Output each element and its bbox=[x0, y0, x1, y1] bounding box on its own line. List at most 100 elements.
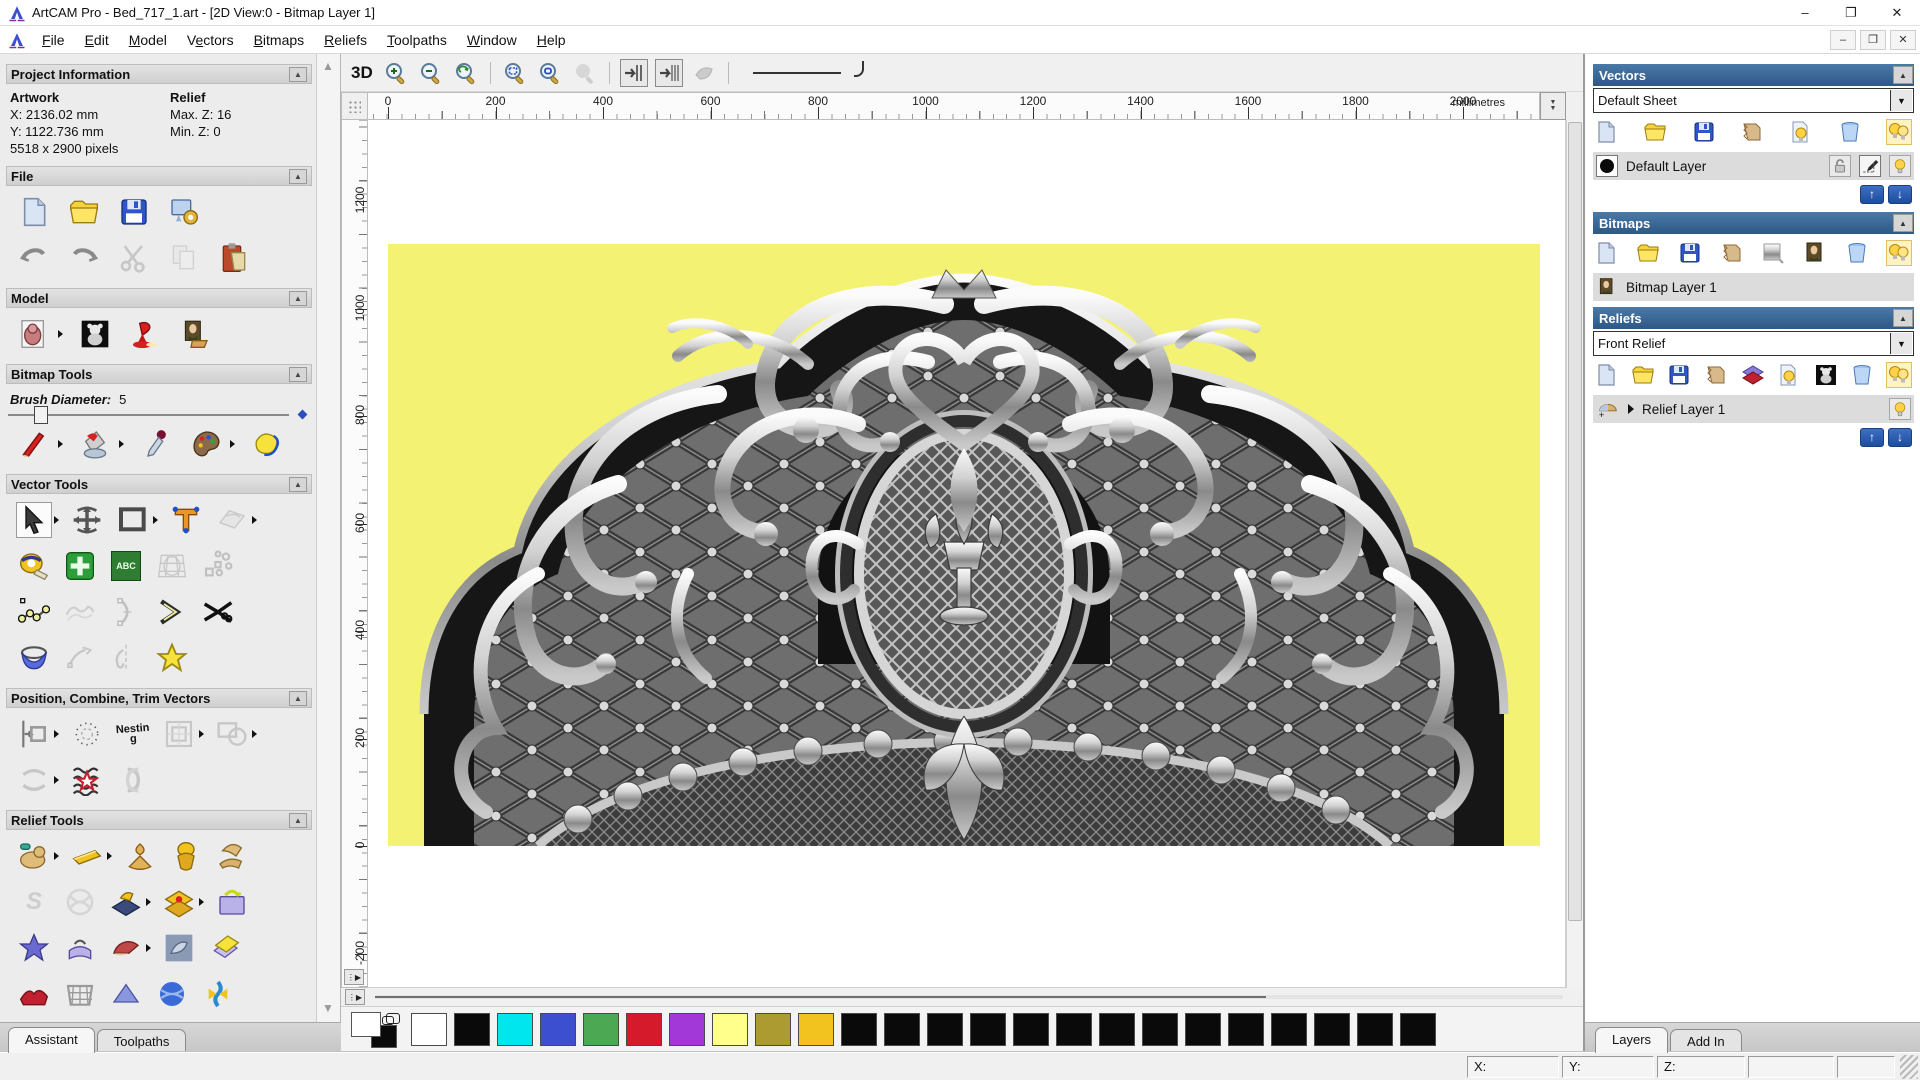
close-button[interactable]: ✕ bbox=[1874, 0, 1920, 26]
collapse-arrow-icon[interactable]: ▲ bbox=[289, 476, 307, 492]
cut-icon[interactable] bbox=[116, 240, 152, 276]
lock-layer-icon[interactable] bbox=[1829, 155, 1851, 177]
copy-icon[interactable] bbox=[166, 240, 202, 276]
flyout-arrow-icon[interactable] bbox=[119, 440, 124, 448]
create-arc-icon[interactable] bbox=[108, 594, 144, 630]
block-copy-rotate-icon[interactable] bbox=[161, 716, 197, 752]
vector-layer-name[interactable]: Default Layer bbox=[1626, 159, 1821, 174]
save-vector-layer-icon[interactable] bbox=[1691, 119, 1717, 145]
wrap-relief-icon[interactable] bbox=[62, 930, 98, 966]
collapse-arrow-icon[interactable]: ▲ bbox=[289, 66, 307, 82]
palette-colour-swatch[interactable] bbox=[841, 1013, 877, 1046]
vector-texture-icon[interactable] bbox=[69, 762, 105, 798]
canvas-horizontal-scrollbar[interactable]: ⋮▶ bbox=[341, 988, 1583, 1006]
open-model-icon[interactable] bbox=[66, 194, 102, 230]
flyout-arrow-icon[interactable] bbox=[54, 776, 59, 784]
redo-icon[interactable] bbox=[66, 240, 102, 276]
vectors-panel-header[interactable]: Vectors ▲ bbox=[1593, 64, 1914, 86]
reliefs-panel-header[interactable]: Reliefs ▲ bbox=[1593, 307, 1914, 329]
all-layers-visible-icon[interactable] bbox=[1885, 240, 1912, 266]
relief-envelope-icon[interactable] bbox=[122, 838, 158, 874]
palette-colour-swatch[interactable] bbox=[1228, 1013, 1264, 1046]
palette-colour-swatch[interactable] bbox=[497, 1013, 533, 1046]
all-reliefs-visible-icon[interactable] bbox=[1886, 362, 1912, 388]
palette-colour-swatch[interactable] bbox=[884, 1013, 920, 1046]
move-layer-down-icon[interactable]: ↓ bbox=[1888, 428, 1912, 447]
menu-model[interactable]: Model bbox=[119, 29, 177, 51]
menu-file[interactable]: File bbox=[32, 29, 75, 51]
paste-relief-icon[interactable] bbox=[207, 930, 243, 966]
transform-vectors-icon[interactable] bbox=[69, 502, 105, 538]
basket-weave-icon[interactable] bbox=[62, 976, 98, 1012]
layer-visible-bulb-icon[interactable] bbox=[1889, 398, 1911, 420]
resize-grip-icon[interactable] bbox=[1900, 1054, 1918, 1079]
save-relief-layer-icon[interactable] bbox=[1666, 362, 1692, 388]
palette-colour-swatch[interactable] bbox=[411, 1013, 447, 1046]
ruler-options-chevron-icon[interactable]: ▼ ▼ bbox=[1540, 92, 1566, 120]
section-file[interactable]: File ▲ bbox=[6, 166, 312, 186]
tab-add-in[interactable]: Add In bbox=[1670, 1029, 1742, 1053]
section-position-combine-trim[interactable]: Position, Combine, Trim Vectors ▲ bbox=[6, 688, 312, 708]
palette-colour-swatch[interactable] bbox=[1142, 1013, 1178, 1046]
chevron-down-icon[interactable]: ▼ bbox=[1890, 333, 1912, 354]
create-polyline-grid-icon[interactable] bbox=[62, 548, 98, 584]
collapse-arrow-icon[interactable]: ▲ bbox=[289, 168, 307, 184]
swirl-relief-icon[interactable] bbox=[200, 976, 236, 1012]
new-model-icon[interactable] bbox=[16, 194, 52, 230]
collapse-arrow-icon[interactable]: ▲ bbox=[1893, 66, 1913, 84]
flyout-arrow-icon[interactable] bbox=[107, 852, 112, 860]
palette-colour-swatch[interactable] bbox=[712, 1013, 748, 1046]
new-vector-layer-icon[interactable] bbox=[1593, 119, 1619, 145]
snap-layer-icon[interactable] bbox=[1859, 155, 1881, 177]
flyout-arrow-icon[interactable] bbox=[199, 898, 204, 906]
all-layers-visible-icon[interactable] bbox=[1885, 119, 1912, 145]
menu-edit[interactable]: Edit bbox=[75, 29, 119, 51]
section-vector-tools[interactable]: Vector Tools ▲ bbox=[6, 474, 312, 494]
set-model-size-icon[interactable] bbox=[16, 316, 52, 352]
relief-side-dropdown[interactable]: Front Relief ▼ bbox=[1593, 331, 1914, 356]
merge-relief-layers-icon[interactable] bbox=[1703, 362, 1729, 388]
line-width-preview[interactable] bbox=[752, 71, 841, 74]
bitmap-layer-row[interactable]: Bitmap Layer 1 bbox=[1593, 273, 1914, 301]
model-properties-icon[interactable] bbox=[166, 194, 202, 230]
flyout-arrow-icon[interactable] bbox=[54, 852, 59, 860]
freehand-draw-icon[interactable] bbox=[62, 594, 98, 630]
select-vectors-icon[interactable] bbox=[16, 502, 52, 538]
canvas-vertical-scrollbar[interactable] bbox=[1566, 120, 1583, 988]
palette-colour-swatch[interactable] bbox=[1271, 1013, 1307, 1046]
palette-colour-swatch[interactable] bbox=[755, 1013, 791, 1046]
expand-layer-icon[interactable] bbox=[1628, 404, 1634, 414]
palette-colour-swatch[interactable] bbox=[1357, 1013, 1393, 1046]
create-text-icon[interactable] bbox=[168, 502, 204, 538]
greyscale-model-icon[interactable] bbox=[77, 316, 113, 352]
mirror-vectors-icon[interactable] bbox=[108, 640, 144, 676]
ruler-flip-icon[interactable]: ⋮▶ bbox=[344, 969, 364, 985]
menu-help[interactable]: Help bbox=[527, 29, 576, 51]
extrude-relief-icon[interactable] bbox=[214, 838, 250, 874]
create-star-icon[interactable] bbox=[154, 640, 190, 676]
palette-icon[interactable] bbox=[188, 426, 224, 462]
section-bitmap-tools[interactable]: Bitmap Tools ▲ bbox=[6, 364, 312, 384]
flyout-arrow-icon[interactable] bbox=[54, 730, 59, 738]
assistant-scrollbar[interactable]: ▲ ▼ bbox=[316, 54, 340, 1022]
relief-stack-icon[interactable] bbox=[1740, 362, 1766, 388]
save-bitmap-layer-icon[interactable] bbox=[1677, 240, 1703, 266]
flyout-arrow-icon[interactable] bbox=[146, 898, 151, 906]
open-relief-layer-icon[interactable] bbox=[1630, 362, 1656, 388]
bitmap-to-vector-icon[interactable] bbox=[249, 426, 285, 462]
menu-reliefs[interactable]: Reliefs bbox=[314, 29, 377, 51]
palette-colour-swatch[interactable] bbox=[1185, 1013, 1221, 1046]
isolate-relief-icon[interactable] bbox=[108, 884, 144, 920]
palette-colour-swatch[interactable] bbox=[970, 1013, 1006, 1046]
smooth-relief-icon[interactable] bbox=[69, 838, 105, 874]
align-vectors-icon[interactable] bbox=[16, 716, 52, 752]
spin-relief-icon[interactable]: S bbox=[16, 884, 52, 920]
snap-to-grid-toggle[interactable] bbox=[619, 58, 648, 87]
delete-bitmap-layer-icon[interactable] bbox=[1844, 240, 1870, 266]
interlocking-vectors-icon[interactable] bbox=[115, 762, 151, 798]
join-vectors-icon[interactable] bbox=[16, 762, 52, 798]
brush-diameter-slider[interactable] bbox=[6, 405, 312, 424]
fillet-corner-icon[interactable] bbox=[154, 594, 190, 630]
load-bitmap-icon[interactable] bbox=[177, 316, 213, 352]
mdi-minimize-button[interactable]: – bbox=[1830, 29, 1856, 50]
